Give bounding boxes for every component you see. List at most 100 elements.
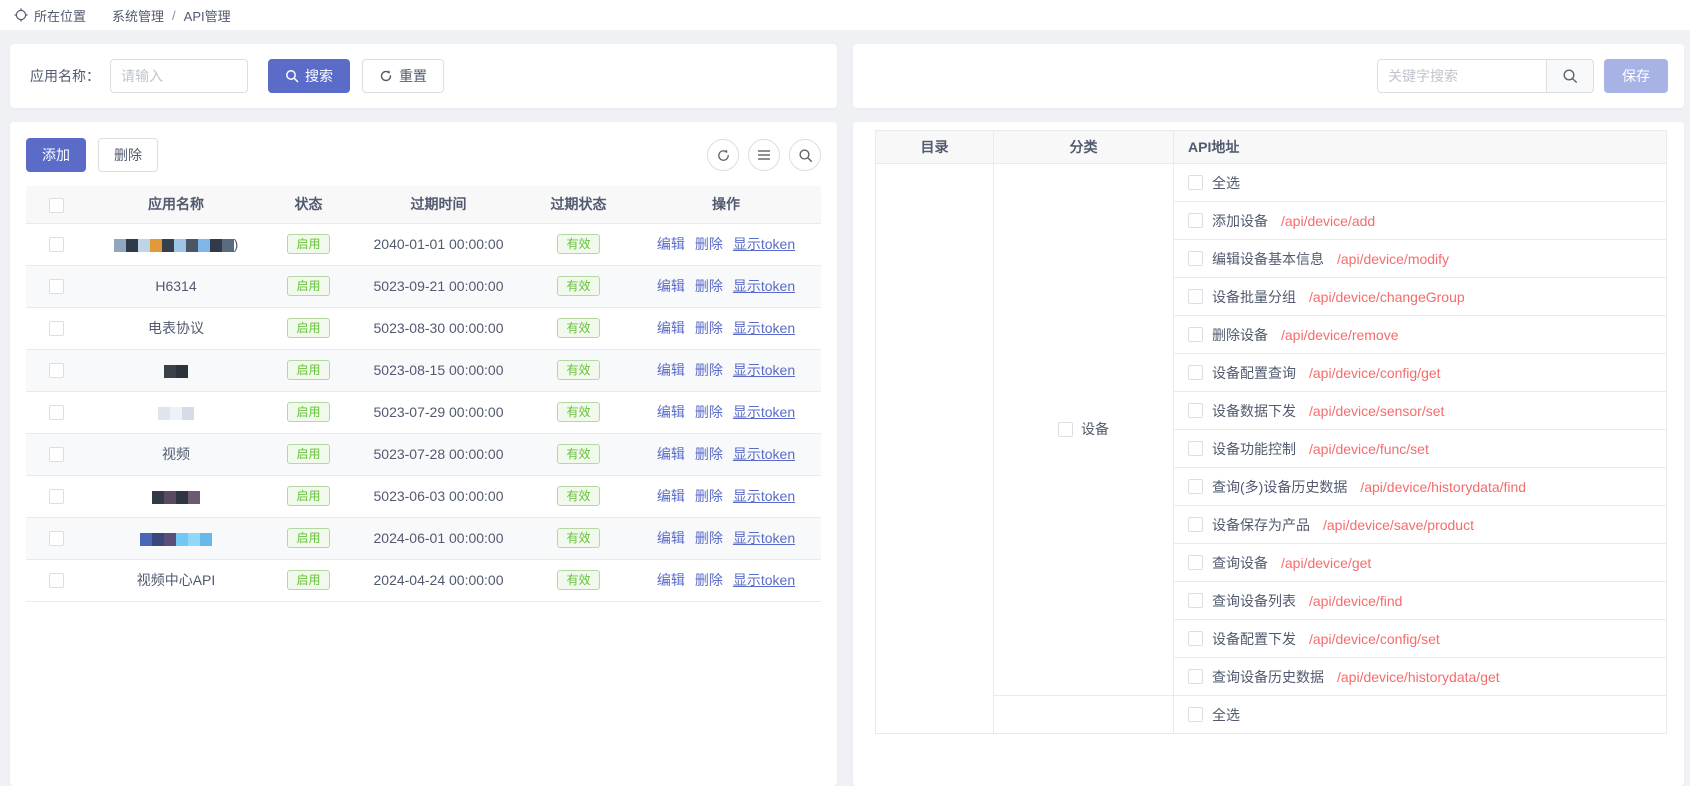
show-token-link[interactable]: 显示token (733, 362, 795, 378)
select-all-checkbox[interactable] (1188, 175, 1203, 190)
row-checkbox[interactable] (49, 321, 64, 336)
delete-link[interactable]: 删除 (695, 488, 723, 504)
row-checkbox[interactable] (49, 405, 64, 420)
header-app-name: 应用名称 (86, 186, 266, 223)
select-all-checkbox[interactable] (49, 198, 64, 213)
api-checkbox[interactable] (1188, 327, 1203, 342)
api-checkbox[interactable] (1188, 441, 1203, 456)
row-checkbox[interactable] (49, 279, 64, 294)
api-checkbox[interactable] (1188, 631, 1203, 646)
category-checkbox[interactable] (1058, 422, 1073, 437)
expire-status-cell: 有效 (526, 307, 631, 349)
expire-time-cell: 5023-06-03 00:00:00 (351, 475, 526, 517)
edit-link[interactable]: 编辑 (657, 362, 685, 378)
breadcrumb-item-system[interactable]: 系统管理 (112, 6, 164, 25)
operations-cell: 编辑删除显示token (631, 433, 821, 475)
show-token-link[interactable]: 显示token (733, 404, 795, 420)
row-checkbox[interactable] (49, 573, 64, 588)
header-directory: 目录 (876, 131, 994, 164)
edit-link[interactable]: 编辑 (657, 404, 685, 420)
expire-status-cell: 有效 (526, 475, 631, 517)
table-row: H6314启用5023-09-21 00:00:00有效编辑删除显示token (26, 265, 821, 307)
row-checkbox[interactable] (49, 237, 64, 252)
api-path: /api/device/add (1281, 213, 1375, 229)
select-all-cell: 全选 (1174, 164, 1667, 202)
edit-link[interactable]: 编辑 (657, 488, 685, 504)
columns-menu-button[interactable] (748, 139, 780, 171)
status-badge: 启用 (287, 570, 329, 590)
edit-link[interactable]: 编辑 (657, 236, 685, 252)
app-name-input[interactable] (110, 59, 248, 93)
show-token-link[interactable]: 显示token (733, 446, 795, 462)
app-name: 电表协议 (148, 320, 204, 336)
api-checkbox[interactable] (1188, 365, 1203, 380)
expire-status-badge: 有效 (557, 234, 599, 254)
api-checkbox[interactable] (1188, 669, 1203, 684)
api-checkbox[interactable] (1188, 213, 1203, 228)
delete-button[interactable]: 删除 (98, 138, 158, 172)
delete-link[interactable]: 删除 (695, 236, 723, 252)
expire-time-cell: 5023-08-15 00:00:00 (351, 349, 526, 391)
edit-link[interactable]: 编辑 (657, 530, 685, 546)
table-search-button[interactable] (789, 139, 821, 171)
refresh-table-button[interactable] (707, 139, 739, 171)
app-name-cell (86, 517, 266, 559)
reset-button[interactable]: 重置 (362, 59, 444, 93)
keyword-search-input[interactable] (1377, 59, 1547, 93)
edit-link[interactable]: 编辑 (657, 446, 685, 462)
api-label: 查询设备历史数据 (1212, 667, 1324, 687)
expire-status-cell: 有效 (526, 559, 631, 601)
show-token-link[interactable]: 显示token (733, 278, 795, 294)
delete-link[interactable]: 删除 (695, 278, 723, 294)
select-all-cell: 全选 (1174, 696, 1667, 734)
delete-link[interactable]: 删除 (695, 362, 723, 378)
app-name-cell (86, 391, 266, 433)
show-token-link[interactable]: 显示token (733, 530, 795, 546)
api-path: /api/device/config/set (1309, 631, 1440, 647)
api-checkbox[interactable] (1188, 555, 1203, 570)
delete-link[interactable]: 删除 (695, 572, 723, 588)
expire-status-cell: 有效 (526, 349, 631, 391)
row-checkbox[interactable] (49, 489, 64, 504)
row-checkbox-cell (26, 475, 86, 517)
operations-cell: 编辑删除显示token (631, 475, 821, 517)
api-checkbox[interactable] (1188, 479, 1203, 494)
expire-time-cell: 2024-06-01 00:00:00 (351, 517, 526, 559)
expire-status-badge: 有效 (557, 360, 599, 380)
api-checkbox[interactable] (1188, 403, 1203, 418)
status-cell: 启用 (266, 223, 351, 265)
edit-link[interactable]: 编辑 (657, 320, 685, 336)
row-checkbox[interactable] (49, 363, 64, 378)
api-checkbox[interactable] (1188, 251, 1203, 266)
keyword-search-button[interactable] (1547, 59, 1594, 93)
api-checkbox[interactable] (1188, 289, 1203, 304)
api-path: /api/device/modify (1337, 251, 1449, 267)
select-all-checkbox[interactable] (1188, 707, 1203, 722)
app-name-cell: 电表协议 (86, 307, 266, 349)
edit-link[interactable]: 编辑 (657, 572, 685, 588)
add-button[interactable]: 添加 (26, 138, 86, 172)
search-button[interactable]: 搜索 (268, 59, 350, 93)
show-token-link[interactable]: 显示token (733, 488, 795, 504)
row-checkbox[interactable] (49, 447, 64, 462)
delete-link[interactable]: 删除 (695, 320, 723, 336)
app-name-cell: ) (86, 223, 266, 265)
show-token-link[interactable]: 显示token (733, 236, 795, 252)
delete-link[interactable]: 删除 (695, 530, 723, 546)
show-token-link[interactable]: 显示token (733, 320, 795, 336)
api-address-cell: 设备功能控制/api/device/func/set (1174, 430, 1667, 468)
status-badge: 启用 (287, 402, 329, 422)
delete-link[interactable]: 删除 (695, 404, 723, 420)
delete-link[interactable]: 删除 (695, 446, 723, 462)
save-button[interactable]: 保存 (1604, 59, 1668, 93)
show-token-link[interactable]: 显示token (733, 572, 795, 588)
row-checkbox[interactable] (49, 531, 64, 546)
app-table-body: )启用2040-01-01 00:00:00有效编辑删除显示tokenH6314… (26, 223, 821, 601)
api-address-cell: 设备配置查询/api/device/config/get (1174, 354, 1667, 392)
api-checkbox[interactable] (1188, 593, 1203, 608)
edit-link[interactable]: 编辑 (657, 278, 685, 294)
expire-time-cell: 5023-07-29 00:00:00 (351, 391, 526, 433)
header-expire-status: 过期状态 (526, 186, 631, 223)
api-checkbox[interactable] (1188, 517, 1203, 532)
api-address-cell: 查询设备/api/device/get (1174, 544, 1667, 582)
